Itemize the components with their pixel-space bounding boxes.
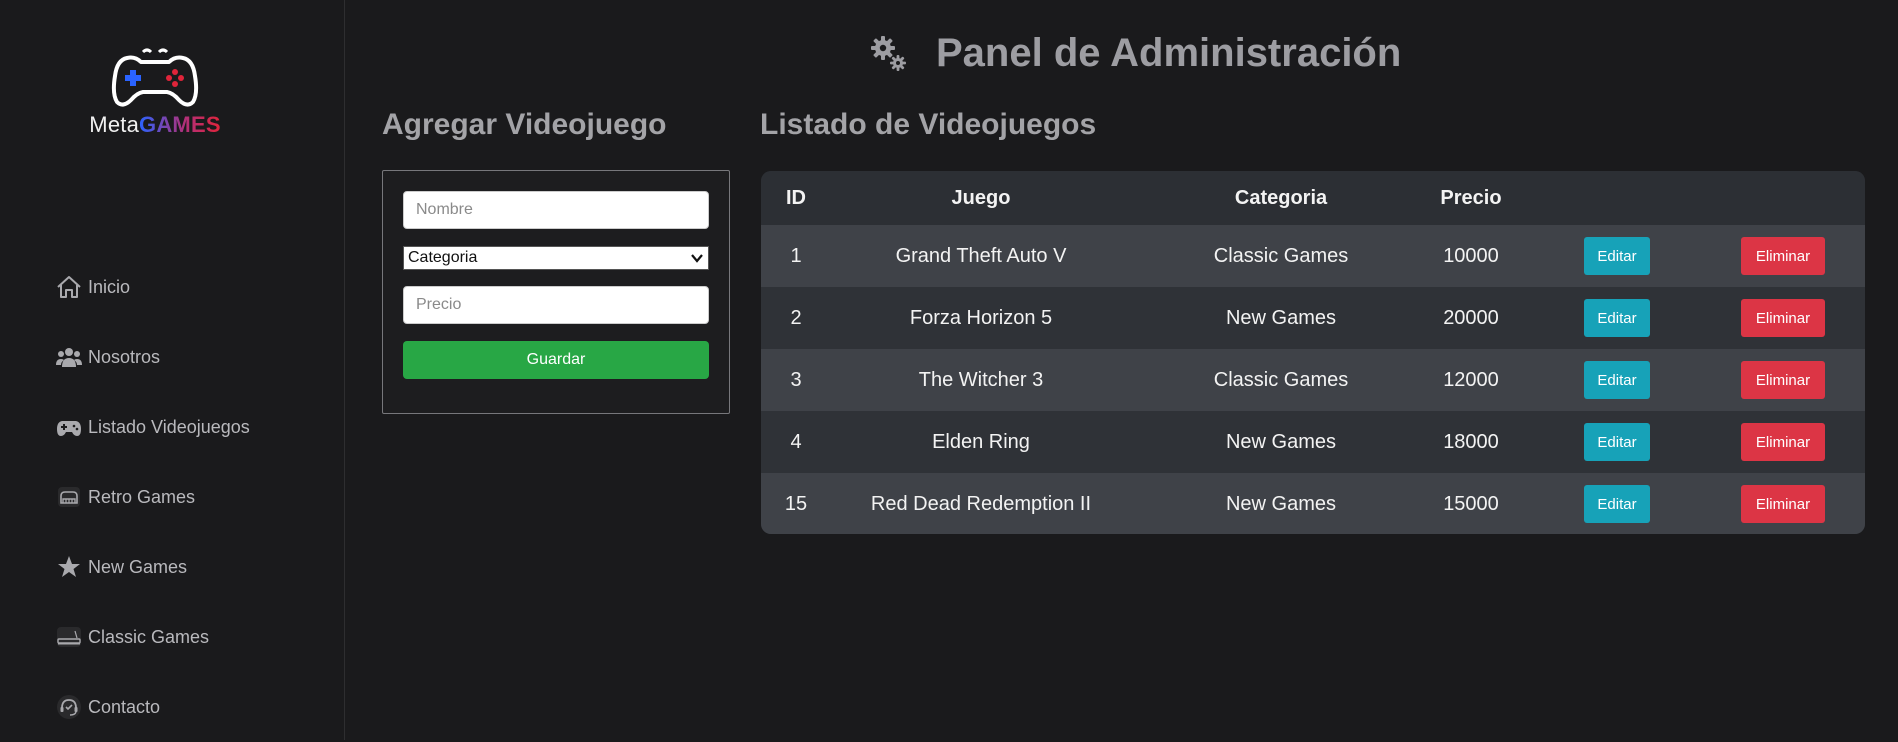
sidebar-item-label: Contacto [88,696,161,717]
users-icon [54,342,84,372]
delete-button[interactable]: Eliminar [1741,485,1825,523]
cell-categoria: New Games [1225,306,1337,329]
add-videogame-form: Nombre Categoria Precio Guardar [382,170,730,414]
cell-id: 1 [790,244,802,267]
sidebar-item-label: Nosotros [88,346,161,367]
table-header: ID Juego Categoria Precio [761,171,1865,225]
sidebar-nav: Inicio Nosotros Listado Videojuegos Retr… [54,252,250,742]
cell-id: 3 [790,368,802,391]
edit-cell: Editar [1584,225,1650,287]
gears-icon [871,36,906,71]
sidebar-item-label: Inicio [88,276,131,297]
table-row: 3 The Witcher 3 Classic Games 12000 Edit… [761,349,1865,411]
chevron-down-icon [691,254,703,263]
delete-cell: Eliminar [1741,287,1825,349]
console-icon [54,622,84,652]
list-title: Listado de Videojuegos [760,108,1097,141]
cell-precio: 10000 [1443,244,1499,267]
cell-precio: 20000 [1443,306,1499,329]
page-header: Panel de Administración [868,28,1401,78]
retro-console-icon [54,482,84,512]
brand-name: MetaGAMES [85,112,225,138]
brand-name-games: GAMES [139,112,221,137]
delete-button[interactable]: Eliminar [1741,361,1825,399]
sidebar-item-retro-games[interactable]: Retro Games [54,462,250,532]
page-title: Panel de Administración [936,30,1402,75]
edit-button[interactable]: Editar [1584,485,1650,523]
brand-name-meta: Meta [89,112,140,137]
videogames-table: ID Juego Categoria Precio 1 Grand Theft … [761,171,1865,534]
edit-button[interactable]: Editar [1584,299,1650,337]
cell-id: 2 [790,306,802,329]
delete-button[interactable]: Eliminar [1741,423,1825,461]
delete-cell: Eliminar [1741,411,1825,473]
home-icon [54,272,84,302]
gamepad-icon [54,412,84,442]
gamepad-logo-icon [111,48,199,107]
edit-cell: Editar [1584,287,1650,349]
delete-cell: Eliminar [1741,473,1825,534]
sidebar-item-classic-games[interactable]: Classic Games [54,602,250,672]
cell-juego: Elden Ring [932,430,1030,453]
nombre-input[interactable]: Nombre [403,191,709,229]
cell-categoria: New Games [1225,430,1337,453]
table-row: 2 Forza Horizon 5 New Games 20000 Editar… [761,287,1865,349]
sidebar: MetaGAMES Inicio Nosotros Listado Videoj… [0,0,345,740]
star-icon [54,552,84,582]
column-header-categoria: Categoria [1234,186,1328,209]
delete-cell: Eliminar [1741,349,1825,411]
cell-categoria: Classic Games [1213,368,1349,391]
cell-juego: Red Dead Redemption II [870,492,1092,515]
form-title: Agregar Videojuego [382,108,667,141]
sidebar-item-listado-videojuegos[interactable]: Listado Videojuegos [54,392,250,462]
table-row: 15 Red Dead Redemption II New Games 1500… [761,473,1865,534]
sidebar-item-label: Retro Games [88,486,196,507]
cell-juego: Grand Theft Auto V [895,244,1067,267]
edit-cell: Editar [1584,473,1650,534]
column-header-juego: Juego [951,186,1011,209]
cell-categoria: Classic Games [1213,244,1349,267]
sidebar-item-contacto[interactable]: Contacto [54,672,250,742]
cell-precio: 12000 [1443,368,1499,391]
cell-id: 4 [790,430,802,453]
edit-button[interactable]: Editar [1584,361,1650,399]
sidebar-item-label: New Games [88,556,188,577]
table-row: 1 Grand Theft Auto V Classic Games 10000… [761,225,1865,287]
sidebar-item-new-games[interactable]: New Games [54,532,250,602]
sidebar-item-nosotros[interactable]: Nosotros [54,322,250,392]
categoria-select[interactable]: Categoria [403,246,709,270]
edit-button[interactable]: Editar [1584,423,1650,461]
table-row: 4 Elden Ring New Games 18000 Editar Elim… [761,411,1865,473]
sidebar-item-label: Classic Games [88,626,210,647]
delete-button[interactable]: Eliminar [1741,237,1825,275]
brand-logo[interactable]: MetaGAMES [85,46,225,138]
cell-categoria: New Games [1225,492,1337,515]
precio-input[interactable]: Precio [403,286,709,324]
support-icon [54,692,84,722]
sidebar-item-label: Listado Videojuegos [88,416,250,437]
column-header-id: ID [786,186,806,209]
cell-precio: 15000 [1443,492,1499,515]
cell-juego: Forza Horizon 5 [909,306,1053,329]
cell-precio: 18000 [1443,430,1499,453]
cell-id: 15 [784,492,808,515]
edit-cell: Editar [1584,349,1650,411]
cell-juego: The Witcher 3 [918,368,1044,391]
edit-button[interactable]: Editar [1584,237,1650,275]
edit-cell: Editar [1584,411,1650,473]
column-header-precio: Precio [1440,186,1502,209]
delete-cell: Eliminar [1741,225,1825,287]
delete-button[interactable]: Eliminar [1741,299,1825,337]
save-button[interactable]: Guardar [403,341,709,379]
categoria-select-value: Categoria [408,249,478,266]
sidebar-item-inicio[interactable]: Inicio [54,252,250,322]
